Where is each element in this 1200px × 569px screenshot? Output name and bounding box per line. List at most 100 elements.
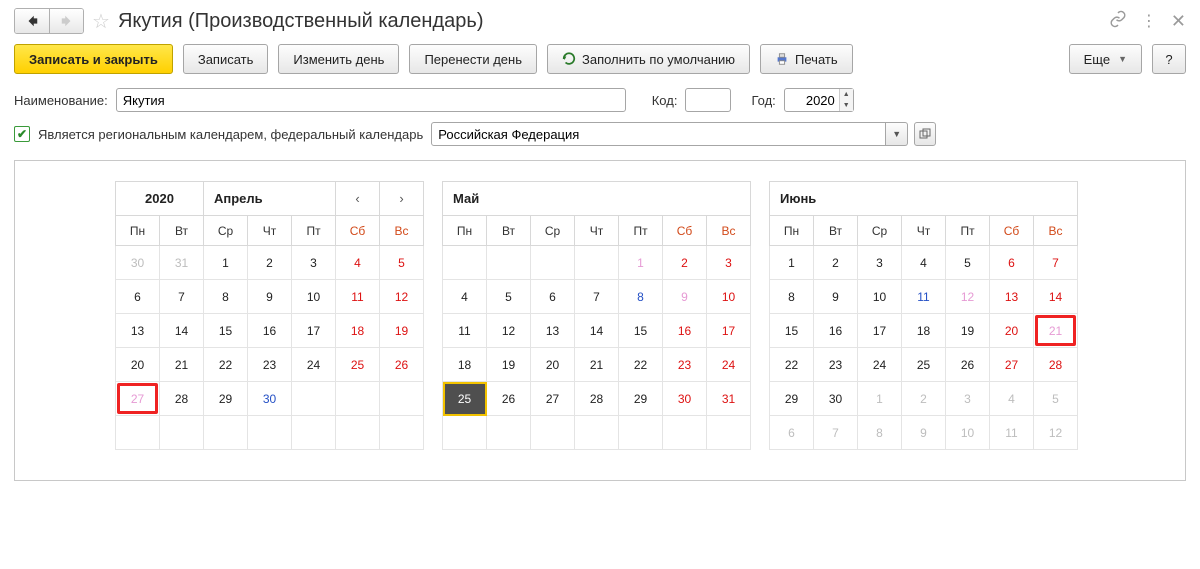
calendar-day[interactable]: 28 bbox=[575, 382, 619, 416]
calendar-day[interactable]: 2 bbox=[248, 246, 292, 280]
calendar-day[interactable]: 25 bbox=[443, 382, 487, 416]
calendar-day[interactable]: 2 bbox=[663, 246, 707, 280]
calendar-day[interactable]: 30 bbox=[663, 382, 707, 416]
calendar-day[interactable]: 3 bbox=[707, 246, 751, 280]
calendar-day[interactable]: 6 bbox=[531, 280, 575, 314]
kebab-menu-icon[interactable]: ⋮ bbox=[1141, 11, 1157, 31]
calendar-day[interactable]: 10 bbox=[946, 416, 990, 450]
calendar-day[interactable]: 26 bbox=[380, 348, 424, 382]
month-name-cell[interactable]: Май bbox=[443, 182, 751, 216]
forward-button[interactable] bbox=[49, 9, 83, 33]
name-input[interactable] bbox=[116, 88, 626, 112]
calendar-day[interactable]: 11 bbox=[443, 314, 487, 348]
calendar-day[interactable]: 12 bbox=[380, 280, 424, 314]
calendar-day[interactable]: 11 bbox=[336, 280, 380, 314]
calendar-day[interactable]: 19 bbox=[946, 314, 990, 348]
calendar-day[interactable]: 26 bbox=[946, 348, 990, 382]
calendar-day[interactable]: 29 bbox=[204, 382, 248, 416]
calendar-day[interactable]: 20 bbox=[990, 314, 1034, 348]
calendar-day[interactable]: 25 bbox=[902, 348, 946, 382]
calendar-day[interactable]: 27 bbox=[531, 382, 575, 416]
calendar-day[interactable]: 5 bbox=[487, 280, 531, 314]
month-name-cell[interactable]: Апрель bbox=[204, 182, 336, 216]
calendar-day[interactable]: 6 bbox=[990, 246, 1034, 280]
calendar-day[interactable]: 23 bbox=[814, 348, 858, 382]
calendar-day[interactable]: 5 bbox=[1034, 382, 1078, 416]
calendar-day[interactable]: 9 bbox=[248, 280, 292, 314]
month-name-cell[interactable]: Июнь bbox=[770, 182, 1078, 216]
print-button[interactable]: Печать bbox=[760, 44, 853, 74]
calendar-day[interactable]: 12 bbox=[1034, 416, 1078, 450]
calendar-day[interactable]: 24 bbox=[707, 348, 751, 382]
calendar-day[interactable]: 1 bbox=[858, 382, 902, 416]
calendar-day[interactable]: 28 bbox=[1034, 348, 1078, 382]
calendar-day[interactable]: 16 bbox=[248, 314, 292, 348]
calendar-day[interactable]: 22 bbox=[204, 348, 248, 382]
calendar-day[interactable]: 7 bbox=[160, 280, 204, 314]
calendar-day[interactable]: 19 bbox=[380, 314, 424, 348]
regional-checkbox[interactable]: ✔ bbox=[14, 126, 30, 142]
calendar-day[interactable]: 22 bbox=[770, 348, 814, 382]
calendar-day[interactable]: 4 bbox=[990, 382, 1034, 416]
calendar-day[interactable]: 8 bbox=[619, 280, 663, 314]
calendar-day[interactable]: 31 bbox=[160, 246, 204, 280]
calendar-day[interactable]: 10 bbox=[292, 280, 336, 314]
calendar-day[interactable]: 26 bbox=[487, 382, 531, 416]
back-button[interactable] bbox=[15, 9, 49, 33]
calendar-day[interactable]: 16 bbox=[814, 314, 858, 348]
calendar-day[interactable]: 13 bbox=[531, 314, 575, 348]
calendar-day[interactable]: 1 bbox=[619, 246, 663, 280]
year-up-button[interactable]: ▲ bbox=[839, 89, 853, 100]
calendar-day[interactable]: 17 bbox=[707, 314, 751, 348]
year-down-button[interactable]: ▼ bbox=[839, 100, 853, 111]
calendar-day[interactable]: 3 bbox=[292, 246, 336, 280]
calendar-day[interactable]: 4 bbox=[336, 246, 380, 280]
calendar-day[interactable]: 17 bbox=[858, 314, 902, 348]
calendar-day[interactable]: 12 bbox=[487, 314, 531, 348]
calendar-day[interactable]: 28 bbox=[160, 382, 204, 416]
federal-open-button[interactable] bbox=[914, 122, 936, 146]
calendar-day[interactable]: 8 bbox=[858, 416, 902, 450]
calendar-day[interactable]: 1 bbox=[770, 246, 814, 280]
calendar-day[interactable]: 14 bbox=[1034, 280, 1078, 314]
calendar-day[interactable]: 27 bbox=[990, 348, 1034, 382]
help-button[interactable]: ? bbox=[1152, 44, 1186, 74]
calendar-day[interactable]: 6 bbox=[770, 416, 814, 450]
calendar-day[interactable]: 9 bbox=[902, 416, 946, 450]
calendar-day[interactable]: 19 bbox=[487, 348, 531, 382]
calendar-day[interactable]: 11 bbox=[902, 280, 946, 314]
calendar-day[interactable]: 21 bbox=[575, 348, 619, 382]
move-day-button[interactable]: Перенести день bbox=[409, 44, 537, 74]
calendar-day[interactable]: 24 bbox=[858, 348, 902, 382]
calendar-day[interactable]: 15 bbox=[770, 314, 814, 348]
calendar-day[interactable]: 11 bbox=[990, 416, 1034, 450]
change-day-button[interactable]: Изменить день bbox=[278, 44, 399, 74]
calendar-day[interactable]: 18 bbox=[902, 314, 946, 348]
calendar-day[interactable]: 22 bbox=[619, 348, 663, 382]
calendar-day[interactable]: 20 bbox=[531, 348, 575, 382]
link-icon[interactable] bbox=[1109, 10, 1127, 33]
calendar-day[interactable]: 14 bbox=[575, 314, 619, 348]
calendar-day[interactable]: 30 bbox=[116, 246, 160, 280]
federal-calendar-input[interactable] bbox=[431, 122, 886, 146]
calendar-day[interactable]: 21 bbox=[1034, 314, 1078, 348]
calendar-day[interactable]: 7 bbox=[814, 416, 858, 450]
calendar-day[interactable]: 6 bbox=[116, 280, 160, 314]
calendar-day[interactable]: 18 bbox=[336, 314, 380, 348]
calendar-day[interactable]: 3 bbox=[858, 246, 902, 280]
calendar-day[interactable]: 21 bbox=[160, 348, 204, 382]
write-and-close-button[interactable]: Записать и закрыть bbox=[14, 44, 173, 74]
calendar-day[interactable]: 2 bbox=[814, 246, 858, 280]
calendar-day[interactable]: 30 bbox=[814, 382, 858, 416]
next-month-button[interactable]: › bbox=[380, 182, 424, 216]
calendar-day[interactable]: 14 bbox=[160, 314, 204, 348]
calendar-day[interactable]: 10 bbox=[707, 280, 751, 314]
prev-month-button[interactable]: ‹ bbox=[336, 182, 380, 216]
calendar-day[interactable]: 7 bbox=[575, 280, 619, 314]
calendar-day[interactable]: 8 bbox=[770, 280, 814, 314]
fill-default-button[interactable]: Заполнить по умолчанию bbox=[547, 44, 750, 74]
calendar-day[interactable]: 13 bbox=[990, 280, 1034, 314]
calendar-day[interactable]: 8 bbox=[204, 280, 248, 314]
calendar-day[interactable]: 2 bbox=[902, 382, 946, 416]
calendar-day[interactable]: 12 bbox=[946, 280, 990, 314]
